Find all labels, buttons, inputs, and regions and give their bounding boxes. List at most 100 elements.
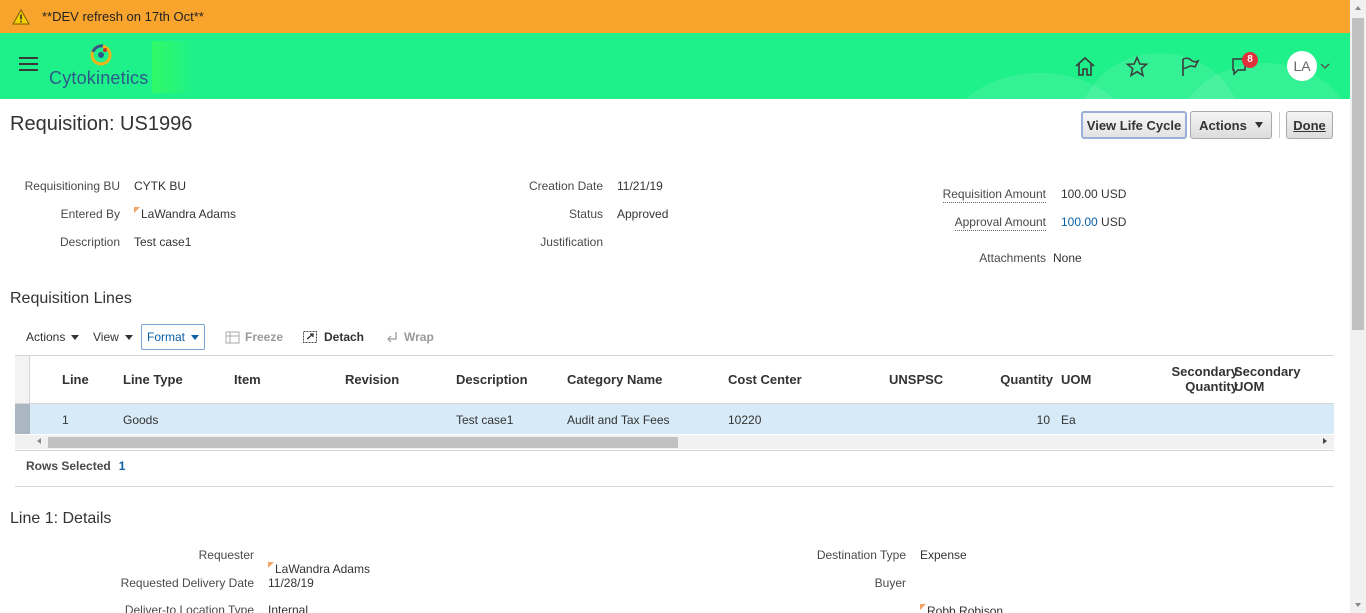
creation-date-label: Creation Date xyxy=(528,179,603,193)
page-scrollbar-thumb[interactable] xyxy=(1352,18,1364,330)
page-title: Requisition: US1996 xyxy=(10,113,193,135)
actions-menu-button[interactable]: Actions xyxy=(1190,111,1272,139)
description-value: Test case1 xyxy=(134,235,192,249)
warning-icon xyxy=(12,8,30,24)
column-header-secondary-uom[interactable]: Secondary UOM xyxy=(1234,364,1300,394)
wrap-icon xyxy=(386,332,397,343)
cell-line-type: Goods xyxy=(123,413,159,427)
approval-amount-value: 100.00 USD xyxy=(1061,215,1126,229)
detach-icon xyxy=(303,331,317,343)
page-vertical-scrollbar[interactable] xyxy=(1350,0,1366,613)
logo-mark-icon xyxy=(90,44,112,66)
requisition-amount-label[interactable]: Requisition Amount xyxy=(896,187,1046,203)
attachments-label: Attachments xyxy=(979,251,1046,265)
flag-icon[interactable] xyxy=(1178,55,1202,79)
dev-warning-banner: **DEV refresh on 17th Oct** xyxy=(0,0,1350,33)
justification-label: Justification xyxy=(540,235,603,249)
table-row[interactable]: 1 Goods Test case1 Audit and Tax Fees 10… xyxy=(15,404,1334,434)
wrap-label: Wrap xyxy=(404,330,434,344)
column-header-category-name[interactable]: Category Name xyxy=(567,372,662,387)
cell-category-name: Audit and Tax Fees xyxy=(567,413,670,427)
secondary-quantity-line-2: Quantity xyxy=(1185,379,1238,394)
buyer-value[interactable]: Robb Robison xyxy=(920,604,1366,613)
detach-button[interactable]: Detach xyxy=(302,326,364,348)
destination-type-value: Expense xyxy=(920,548,967,562)
view-life-cycle-button[interactable]: View Life Cycle xyxy=(1081,111,1187,139)
approval-amount-currency: USD xyxy=(1101,215,1127,229)
table-horizontal-scrollbar[interactable] xyxy=(15,435,1334,449)
requisition-amount-value: 100.00 USD xyxy=(1061,187,1126,201)
entered-by-value[interactable]: LaWandra Adams xyxy=(134,207,1366,221)
freeze-label: Freeze xyxy=(245,330,284,344)
toolbar-divider xyxy=(1279,112,1280,138)
lines-actions-label: Actions xyxy=(26,330,66,344)
caret-down-icon xyxy=(1254,122,1263,128)
rows-selected-count: 1 xyxy=(118,459,126,473)
cell-uom: Ea xyxy=(1061,413,1076,427)
approval-amount-link[interactable]: 100.00 xyxy=(1061,215,1098,229)
lines-view-label: View xyxy=(93,330,119,344)
caret-down-icon xyxy=(71,334,80,340)
column-header-unspsc[interactable]: UNSPSC xyxy=(889,372,943,387)
requisitioning-bu-label: Requisitioning BU xyxy=(24,179,120,193)
brand-name: Cytokinetics xyxy=(49,68,149,88)
banner-text: **DEV refresh on 17th Oct** xyxy=(42,9,204,24)
rows-selected-label: Rows Selected xyxy=(26,459,111,473)
wrap-button[interactable]: Wrap xyxy=(385,326,434,348)
column-header-item[interactable]: Item xyxy=(234,372,261,387)
brand-logo[interactable]: Cytokinetics xyxy=(49,41,199,95)
row-selector[interactable] xyxy=(15,404,30,434)
approval-amount-label[interactable]: Approval Amount xyxy=(896,215,1046,231)
cell-quantity: 10 xyxy=(1036,413,1050,427)
scrollbar-thumb[interactable] xyxy=(48,437,678,448)
destination-type-label: Destination Type xyxy=(816,548,906,562)
column-header-uom[interactable]: UOM xyxy=(1061,372,1091,387)
chevron-down-icon[interactable] xyxy=(1320,62,1330,70)
column-header-line[interactable]: Line xyxy=(62,372,89,387)
column-header-description[interactable]: Description xyxy=(456,372,528,387)
lines-toolbar: Actions View Format Freeze Detach Wrap xyxy=(10,324,610,350)
menu-icon[interactable] xyxy=(19,57,38,73)
secondary-uom-line-2: UOM xyxy=(1234,379,1265,394)
lines-format-menu[interactable]: Format xyxy=(141,324,206,350)
column-header-line-type[interactable]: Line Type xyxy=(123,372,183,387)
column-header-revision[interactable]: Revision xyxy=(345,372,399,387)
scroll-up-icon[interactable] xyxy=(1355,6,1361,10)
freeze-button[interactable]: Freeze xyxy=(225,326,283,348)
done-label: Done xyxy=(1293,117,1326,133)
notification-count-badge[interactable]: 8 xyxy=(1242,52,1258,68)
requisitioning-bu-value: CYTK BU xyxy=(134,179,187,193)
rows-selected-status: Rows Selected 1 xyxy=(26,459,125,473)
buyer-label: Buyer xyxy=(874,576,906,590)
requester-value[interactable]: LaWandra Adams xyxy=(268,562,1366,576)
cell-line: 1 xyxy=(62,413,69,427)
secondary-quantity-line-1: Secondary xyxy=(1171,364,1238,379)
requester-label: Requester xyxy=(198,548,254,562)
scroll-right-icon[interactable] xyxy=(1323,438,1327,444)
lines-view-menu[interactable]: View xyxy=(93,326,133,348)
entered-by-label: Entered By xyxy=(60,207,120,221)
requisition-amount-number: 100.00 xyxy=(1061,187,1098,201)
cell-description: Test case1 xyxy=(456,413,514,427)
done-button[interactable]: Done xyxy=(1286,111,1333,139)
line-details-heading: Line 1: Details xyxy=(10,510,112,527)
home-icon[interactable] xyxy=(1073,55,1097,79)
freeze-icon xyxy=(225,331,240,343)
lines-actions-menu[interactable]: Actions xyxy=(26,326,80,348)
cell-cost-center: 10220 xyxy=(728,413,762,427)
status-label: Status xyxy=(568,207,603,221)
creation-date-value: 11/21/19 xyxy=(617,179,663,193)
star-icon[interactable] xyxy=(1125,55,1149,79)
deliver-to-location-type-value: Internal xyxy=(268,603,309,613)
user-avatar[interactable]: LA xyxy=(1287,51,1317,81)
approval-amount-label-text: Approval Amount xyxy=(954,215,1046,231)
status-value: Approved xyxy=(617,207,669,221)
scroll-down-icon[interactable] xyxy=(1355,603,1361,607)
column-header-quantity[interactable]: Quantity xyxy=(952,372,1053,387)
requested-delivery-date-label: Requested Delivery Date xyxy=(120,576,254,590)
column-header-cost-center[interactable]: Cost Center xyxy=(728,372,802,387)
actions-menu-label: Actions xyxy=(1199,117,1247,133)
scroll-left-icon[interactable] xyxy=(37,438,41,444)
deliver-to-location-type-label: Deliver-to Location Type xyxy=(124,603,254,613)
column-header-secondary-quantity[interactable]: Secondary Quantity xyxy=(1126,364,1238,394)
